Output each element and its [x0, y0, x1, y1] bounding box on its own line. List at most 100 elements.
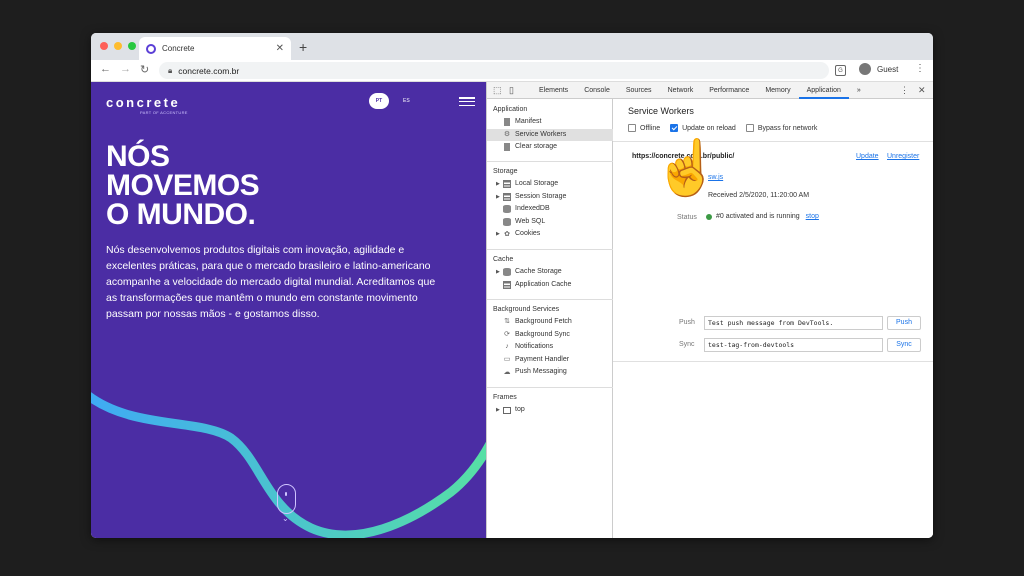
sidebar-item-local-storage[interactable]: ▶ Local Storage [487, 178, 613, 191]
headline-line: MOVEMOS [106, 169, 260, 202]
pane-title: Service Workers [628, 106, 694, 116]
card-icon: ▭ [503, 356, 511, 364]
push-label: Push [679, 319, 695, 326]
hamburger-menu-icon[interactable] [459, 97, 475, 107]
tab-sources[interactable]: Sources [618, 82, 660, 99]
sidebar-item-label: Cookies [515, 230, 541, 238]
expand-arrow-icon[interactable]: ▶ [496, 404, 503, 417]
device-toolbar-icon[interactable]: ▯ [509, 85, 514, 96]
favicon-icon [146, 43, 156, 54]
sidebar-heading: Frames [493, 394, 517, 401]
more-tabs-button[interactable]: » [849, 82, 869, 99]
close-icon[interactable]: ✕ [276, 43, 284, 54]
sw-received-time: Received 2/5/2020, 11:20:00 AM [708, 192, 810, 199]
sidebar-item-top-frame[interactable]: ▶ top [487, 404, 613, 417]
sidebar-item-label: Cache Storage [515, 268, 562, 275]
lock-icon: 🔒︎ [168, 65, 173, 75]
close-devtools-icon[interactable]: ✕ [918, 85, 926, 96]
tab-elements[interactable]: Elements [531, 82, 576, 99]
sync-button[interactable]: Sync [887, 338, 921, 352]
sidebar-item-background-sync[interactable]: ⟳ Background Sync [487, 329, 613, 342]
pointing-hand-icon: ☝️ [653, 138, 721, 198]
profile-button[interactable]: Guest [859, 63, 898, 75]
language-pt-button[interactable]: PT [369, 93, 389, 109]
sidebar-item-push-messaging[interactable]: ☁ Push Messaging [487, 366, 613, 379]
gear-icon: ⚙ [503, 130, 511, 138]
bypass-for-network-checkbox[interactable]: Bypass for network [745, 124, 818, 132]
checkbox[interactable] [628, 124, 636, 132]
back-arrow-icon[interactable]: ← [100, 63, 111, 75]
reload-icon[interactable]: ↻ [140, 63, 149, 76]
new-tab-button[interactable]: + [299, 39, 307, 55]
sidebar-item-label: Local Storage [515, 180, 559, 187]
sidebar-item-session-storage[interactable]: ▶ Session Storage [487, 191, 613, 204]
offline-checkbox[interactable]: Offline [628, 124, 660, 132]
sync-icon: ⟳ [504, 330, 510, 338]
expand-arrow-icon[interactable]: ▶ [496, 228, 503, 241]
sidebar-item-cookies[interactable]: ▶ ✿ Cookies [487, 228, 613, 241]
headline-line: O MUNDO. [106, 198, 256, 231]
browser-toolbar: ← → ↻ 🔒︎ concrete.com.br G Guest ⋮ [91, 60, 933, 82]
checkbox-label: Offline [640, 124, 661, 132]
sidebar-item-clear-storage[interactable]: Clear storage [487, 141, 613, 154]
sidebar-heading: Cache [493, 256, 514, 263]
site-logo[interactable]: concrete [106, 95, 180, 110]
divider [613, 361, 933, 362]
stop-link[interactable]: stop [806, 213, 819, 220]
sw-status: #0 activated and is running stop [706, 213, 819, 220]
sync-tag-input[interactable]: test-tag-from-devtools [704, 338, 883, 352]
forward-arrow-icon[interactable]: → [120, 63, 131, 75]
sidebar-item-indexeddb[interactable]: IndexedDB [487, 203, 613, 216]
checkbox[interactable] [670, 124, 679, 132]
sidebar-item-service-workers[interactable]: ⚙ Service Workers [487, 128, 613, 142]
tab-performance[interactable]: Performance [701, 82, 757, 99]
inspect-element-icon[interactable]: ⬚ [493, 85, 502, 96]
checkbox-label: Bypass for network [757, 124, 818, 132]
sidebar-item-label: Push Messaging [515, 368, 567, 376]
maximize-window-button[interactable] [128, 42, 136, 50]
address-bar[interactable]: 🔒︎ concrete.com.br [159, 62, 829, 79]
unregister-link[interactable]: Unregister [887, 153, 919, 160]
sidebar-item-label: top [515, 406, 525, 413]
browser-tab[interactable]: Concrete ✕ [139, 37, 291, 60]
expand-arrow-icon[interactable]: ▶ [496, 178, 503, 191]
close-window-button[interactable] [100, 42, 108, 50]
tab-memory[interactable]: Memory [757, 82, 798, 99]
sidebar-item-manifest[interactable]: Manifest [487, 116, 613, 129]
update-on-reload-checkbox[interactable]: Update on reload [670, 124, 736, 132]
push-button[interactable]: Push [887, 316, 921, 330]
sidebar-item-label: Session Storage [515, 192, 567, 200]
sidebar-item-label: Web SQL [515, 217, 546, 225]
tab-application[interactable]: Application [798, 82, 849, 99]
sidebar-item-web-sql[interactable]: Web SQL [487, 216, 613, 229]
sidebar-item-notifications[interactable]: ♪ Notifications [487, 341, 613, 354]
expand-arrow-icon[interactable]: ▶ [496, 266, 503, 279]
browser-window: Concrete ✕ + ← → ↻ 🔒︎ concrete.com.br G … [91, 33, 933, 538]
push-message-input[interactable]: Test push message from DevTools. [704, 316, 883, 330]
devtools-tabs: Elements Console Sources Network Perform… [531, 82, 869, 99]
sidebar-item-background-fetch[interactable]: ⇅ Background Fetch [487, 316, 613, 329]
grid-icon [503, 280, 511, 289]
sidebar-item-label: Application Cache [515, 280, 572, 288]
minimize-window-button[interactable] [114, 42, 122, 50]
kebab-menu-icon[interactable]: ⋮ [915, 63, 925, 74]
tab-network[interactable]: Network [660, 82, 702, 99]
devtools-tabbar: ⬚ ▯ Elements Console Sources Network Per… [487, 82, 933, 99]
sidebar-item-payment-handler[interactable]: ▭ Payment Handler [487, 354, 613, 367]
document-icon [504, 118, 510, 127]
sidebar-item-label: IndexedDB [515, 205, 550, 213]
tab-console[interactable]: Console [576, 82, 618, 99]
update-link[interactable]: Update [856, 153, 879, 160]
translate-icon[interactable]: G [835, 65, 846, 76]
sidebar-item-application-cache[interactable]: Application Cache [487, 279, 613, 292]
sidebar-section-cache: Cache ▶ Cache Storage Application Cache [487, 253, 613, 291]
scroll-mouse-icon[interactable] [277, 484, 296, 514]
hero-headline: NÓS MOVEMOS O MUNDO. [106, 142, 260, 231]
database-icon [503, 268, 511, 277]
sidebar-item-cache-storage[interactable]: ▶ Cache Storage [487, 266, 613, 279]
checkbox[interactable] [745, 124, 754, 132]
expand-arrow-icon[interactable]: ▶ [496, 191, 503, 204]
language-es-button[interactable]: ES [403, 93, 410, 109]
devtools-menu-icon[interactable]: ⋮ [900, 85, 909, 96]
hero-description: Nós desenvolvemos produtos digitais com … [106, 244, 436, 320]
